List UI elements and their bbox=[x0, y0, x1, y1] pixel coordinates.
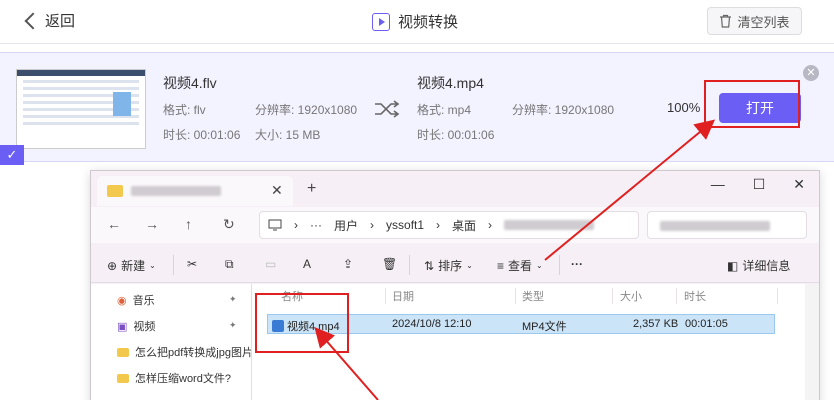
annotation-arrow-to-open bbox=[544, 119, 716, 261]
annotation-arrow-to-file bbox=[314, 326, 379, 400]
annotation-arrows bbox=[314, 119, 716, 400]
